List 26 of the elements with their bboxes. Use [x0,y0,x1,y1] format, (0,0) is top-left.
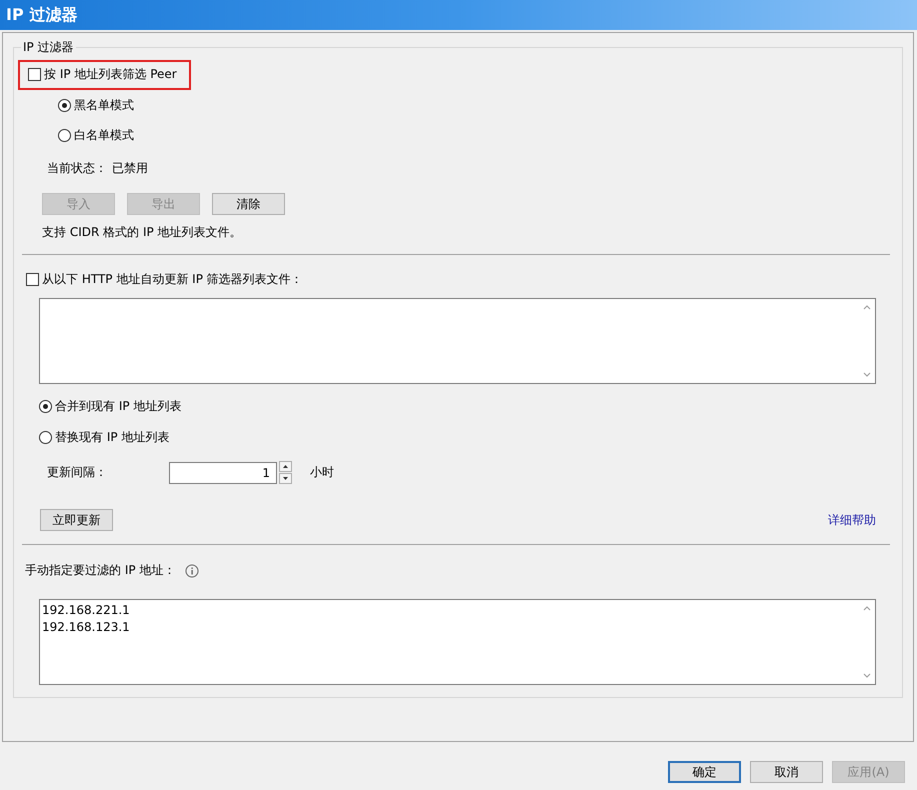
merge-radio[interactable]: 合并到现有 IP 地址列表 [39,398,902,415]
info-icon[interactable] [185,564,200,578]
mode-radio[interactable]: 白名单模式 [58,127,902,144]
dialog-button[interactable]: 确定 [668,761,741,783]
status-label: 当前状态： [47,160,108,177]
scroll-up-icon[interactable] [863,305,871,310]
window-title: IP 过滤器 [6,4,78,26]
manual-ip-label: 手动指定要过滤的 IP 地址： [25,562,176,579]
auto-update-checkbox[interactable]: 从以下 HTTP 地址自动更新 IP 筛选器列表文件： [26,271,303,288]
merge-radio[interactable]: 替换现有 IP 地址列表 [39,429,902,446]
list-button[interactable]: 清除 [212,193,285,215]
hint-text: 支持 CIDR 格式的 IP 地址列表文件。 [42,224,243,241]
mode-radio[interactable]: 黑名单模式 [58,97,902,114]
spin-down-icon[interactable] [279,473,292,484]
update-now-button[interactable]: 立即更新 [40,509,113,531]
help-link[interactable]: 详细帮助 [828,512,876,528]
scroll-down-icon[interactable] [863,372,871,377]
url-field[interactable] [39,298,876,384]
interval-field[interactable]: 1 [169,462,277,484]
scroll-up-icon[interactable] [863,606,871,611]
status-value: 已禁用 [112,160,148,177]
scroll-down-icon[interactable] [863,673,871,678]
interval-label: 更新间隔： [47,464,108,481]
interval-unit: 小时 [310,464,334,481]
dialog-button[interactable]: 取消 [750,761,823,783]
spin-up-icon[interactable] [279,461,292,472]
